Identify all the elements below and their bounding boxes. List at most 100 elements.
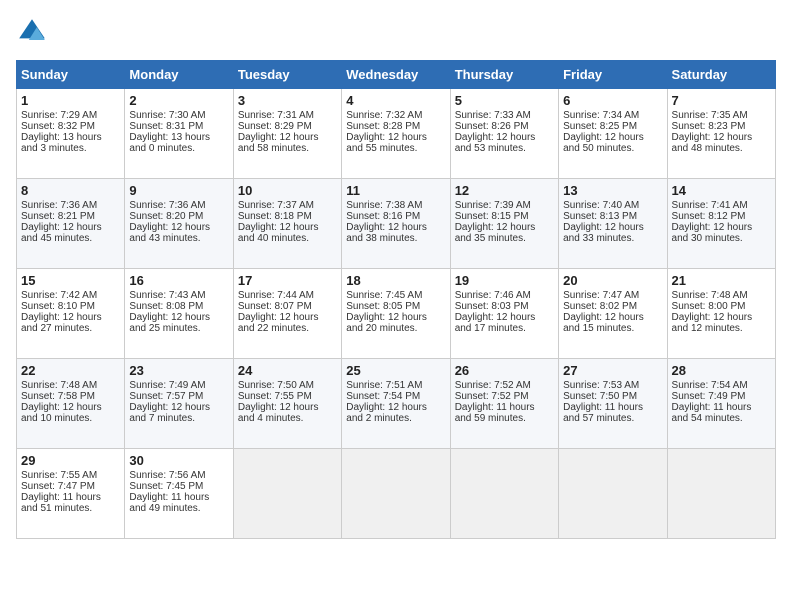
calendar-cell: [559, 449, 667, 539]
sunrise-text: Sunrise: 7:46 AM: [455, 290, 554, 301]
sunset-text: Sunset: 8:07 PM: [238, 301, 337, 312]
sunrise-text: Sunrise: 7:34 AM: [563, 110, 662, 121]
calendar-cell: 3Sunrise: 7:31 AMSunset: 8:29 PMDaylight…: [233, 89, 341, 179]
sunset-text: Sunset: 7:55 PM: [238, 391, 337, 402]
day-number: 23: [129, 363, 228, 378]
calendar-cell: 7Sunrise: 7:35 AMSunset: 8:23 PMDaylight…: [667, 89, 775, 179]
sunrise-text: Sunrise: 7:31 AM: [238, 110, 337, 121]
daylight-text: Daylight: 12 hours: [563, 132, 662, 143]
sunset-text: Sunset: 8:21 PM: [21, 211, 120, 222]
sunset-text: Sunset: 8:26 PM: [455, 121, 554, 132]
calendar-cell: 19 Sunrise: 7:46 AMSunset: 8:03 PMDayligh…: [450, 269, 558, 359]
weekday-header-tuesday: Tuesday: [233, 61, 341, 89]
sunrise-text: Sunrise: 7:41 AM: [672, 200, 771, 211]
daylight-text: Daylight: 11 hours: [21, 492, 120, 503]
calendar-cell: 20Sunrise: 7:47 AMSunset: 8:02 PMDayligh…: [559, 269, 667, 359]
daylight-minutes: and 4 minutes.: [238, 413, 337, 424]
day-number: 9: [129, 183, 228, 198]
daylight-minutes: and 22 minutes.: [238, 323, 337, 334]
daylight-text: Daylight: 12 hours: [346, 132, 445, 143]
daylight-text: Daylight: 12 hours: [346, 312, 445, 323]
calendar-cell: 21Sunrise: 7:48 AMSunset: 8:00 PMDayligh…: [667, 269, 775, 359]
day-number: 27: [563, 363, 662, 378]
daylight-text: Daylight: 12 hours: [21, 222, 120, 233]
day-number: 25: [346, 363, 445, 378]
daylight-minutes: and 49 minutes.: [129, 503, 228, 514]
calendar-cell: 14Sunrise: 7:41 AMSunset: 8:12 PMDayligh…: [667, 179, 775, 269]
calendar-cell: 1Sunrise: 7:29 AMSunset: 8:32 PMDaylight…: [17, 89, 125, 179]
daylight-minutes: and 58 minutes.: [238, 143, 337, 154]
calendar-cell: 27Sunrise: 7:53 AMSunset: 7:50 PMDayligh…: [559, 359, 667, 449]
daylight-minutes: and 57 minutes.: [563, 413, 662, 424]
daylight-text: Daylight: 12 hours: [346, 222, 445, 233]
daylight-text: Daylight: 12 hours: [455, 312, 554, 323]
weekday-header-sunday: Sunday: [17, 61, 125, 89]
daylight-text: Daylight: 12 hours: [21, 312, 120, 323]
sunset-text: Sunset: 8:12 PM: [672, 211, 771, 222]
daylight-text: Daylight: 12 hours: [563, 312, 662, 323]
daylight-minutes: and 12 minutes.: [672, 323, 771, 334]
calendar-cell: 5Sunrise: 7:33 AMSunset: 8:26 PMDaylight…: [450, 89, 558, 179]
calendar-cell: 4Sunrise: 7:32 AMSunset: 8:28 PMDaylight…: [342, 89, 450, 179]
day-number: 29: [21, 453, 120, 468]
daylight-text: Daylight: 12 hours: [455, 222, 554, 233]
sunset-text: Sunset: 8:15 PM: [455, 211, 554, 222]
sunset-text: Sunset: 7:58 PM: [21, 391, 120, 402]
sunrise-text: Sunrise: 7:42 AM: [21, 290, 120, 301]
sunset-text: Sunset: 8:31 PM: [129, 121, 228, 132]
calendar-week-5: 29Sunrise: 7:55 AMSunset: 7:47 PMDayligh…: [17, 449, 776, 539]
calendar-cell: [233, 449, 341, 539]
daylight-text: Daylight: 12 hours: [21, 402, 120, 413]
sunset-text: Sunset: 8:23 PM: [672, 121, 771, 132]
calendar-week-2: 8Sunrise: 7:36 AMSunset: 8:21 PMDaylight…: [17, 179, 776, 269]
weekday-header-monday: Monday: [125, 61, 233, 89]
calendar-cell: 17Sunrise: 7:44 AMSunset: 8:07 PMDayligh…: [233, 269, 341, 359]
daylight-minutes: and 38 minutes.: [346, 233, 445, 244]
calendar-cell: 12Sunrise: 7:39 AMSunset: 8:15 PMDayligh…: [450, 179, 558, 269]
daylight-minutes: and 3 minutes.: [21, 143, 120, 154]
day-number: 5: [455, 93, 554, 108]
sunrise-text: Sunrise: 7:36 AM: [21, 200, 120, 211]
calendar-cell: [450, 449, 558, 539]
daylight-text: Daylight: 12 hours: [238, 132, 337, 143]
calendar-cell: 29Sunrise: 7:55 AMSunset: 7:47 PMDayligh…: [17, 449, 125, 539]
day-number: 21: [672, 273, 771, 288]
day-number: 6: [563, 93, 662, 108]
sunrise-text: Sunrise: 7:48 AM: [21, 380, 120, 391]
day-number: 8: [21, 183, 120, 198]
sunset-text: Sunset: 7:50 PM: [563, 391, 662, 402]
calendar-cell: [667, 449, 775, 539]
sunset-text: Sunset: 7:47 PM: [21, 481, 120, 492]
calendar-cell: 13Sunrise: 7:40 AMSunset: 8:13 PMDayligh…: [559, 179, 667, 269]
logo: [16, 16, 52, 48]
daylight-minutes: and 35 minutes.: [455, 233, 554, 244]
daylight-text: Daylight: 12 hours: [129, 312, 228, 323]
sunrise-text: Sunrise: 7:51 AM: [346, 380, 445, 391]
sunset-text: Sunset: 8:05 PM: [346, 301, 445, 312]
day-number: 12: [455, 183, 554, 198]
calendar-cell: 11Sunrise: 7:38 AMSunset: 8:16 PMDayligh…: [342, 179, 450, 269]
weekday-header-saturday: Saturday: [667, 61, 775, 89]
calendar-cell: 28Sunrise: 7:54 AMSunset: 7:49 PMDayligh…: [667, 359, 775, 449]
sunrise-text: Sunrise: 7:50 AM: [238, 380, 337, 391]
daylight-minutes: and 25 minutes.: [129, 323, 228, 334]
calendar-cell: 2Sunrise: 7:30 AMSunset: 8:31 PMDaylight…: [125, 89, 233, 179]
daylight-text: Daylight: 12 hours: [346, 402, 445, 413]
sunset-text: Sunset: 8:03 PM: [455, 301, 554, 312]
sunset-text: Sunset: 7:57 PM: [129, 391, 228, 402]
day-number: 19: [455, 273, 554, 288]
sunset-text: Sunset: 7:52 PM: [455, 391, 554, 402]
day-number: 17: [238, 273, 337, 288]
daylight-text: Daylight: 12 hours: [672, 132, 771, 143]
daylight-minutes: and 45 minutes.: [21, 233, 120, 244]
sunset-text: Sunset: 8:28 PM: [346, 121, 445, 132]
daylight-minutes: and 20 minutes.: [346, 323, 445, 334]
sunrise-text: Sunrise: 7:49 AM: [129, 380, 228, 391]
sunrise-text: Sunrise: 7:45 AM: [346, 290, 445, 301]
sunset-text: Sunset: 8:25 PM: [563, 121, 662, 132]
daylight-text: Daylight: 11 hours: [672, 402, 771, 413]
day-number: 2: [129, 93, 228, 108]
daylight-text: Daylight: 12 hours: [455, 132, 554, 143]
day-number: 24: [238, 363, 337, 378]
day-number: 20: [563, 273, 662, 288]
